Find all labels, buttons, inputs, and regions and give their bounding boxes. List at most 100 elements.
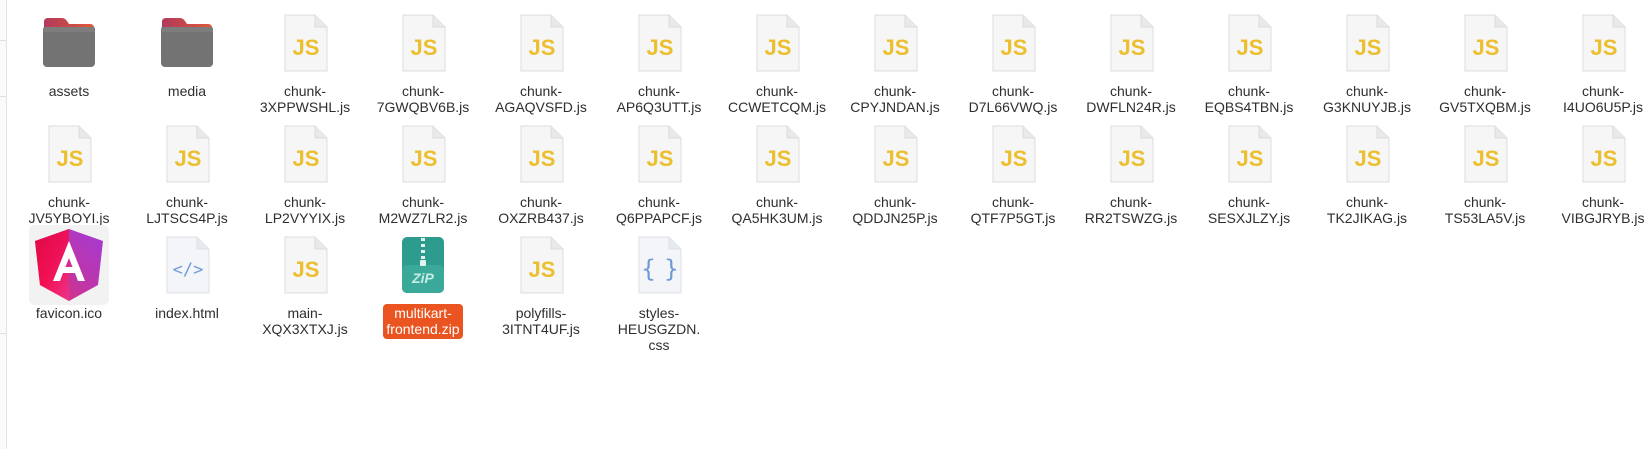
file-item[interactable]: JS chunk- M2WZ7LR2.js [364, 119, 482, 228]
angular-logo-icon [10, 225, 128, 305]
folder-icon [10, 8, 128, 78]
file-item[interactable]: JS chunk- TS53LA5V.js [1426, 119, 1544, 228]
file-name-label: chunk- QA5HK3UM.js [731, 194, 823, 226]
file-name-label: chunk- M2WZ7LR2.js [378, 194, 468, 226]
svg-text:JS: JS [883, 35, 910, 60]
svg-text:JS: JS [765, 146, 792, 171]
javascript-file-icon: JS [600, 8, 718, 78]
file-item[interactable]: JS chunk- SESXJLZY.js [1190, 119, 1308, 228]
file-item[interactable]: JS chunk- D7L66VWQ.js [954, 8, 1072, 117]
file-name-label: chunk- TS53LA5V.js [1444, 194, 1526, 226]
svg-text:JS: JS [1591, 35, 1618, 60]
file-item[interactable]: JS chunk- 3XPPWSHL.js [246, 8, 364, 117]
file-item[interactable]: JS chunk- CPYJNDAN.js [836, 8, 954, 117]
file-name-label: chunk- GV5TXQBM.js [1439, 83, 1531, 115]
javascript-file-icon: JS [1308, 119, 1426, 189]
file-name-label: chunk- 7GWQBV6B.js [376, 83, 470, 115]
svg-text:JS: JS [1119, 35, 1146, 60]
file-item[interactable]: JS chunk- RR2TSWZG.js [1072, 119, 1190, 228]
file-name-label: index.html [155, 305, 219, 321]
file-item[interactable]: JS chunk- G3KNUYJB.js [1308, 8, 1426, 117]
zip-archive-icon: ZiP [364, 230, 482, 300]
svg-text:JS: JS [1001, 146, 1028, 171]
svg-text:JS: JS [293, 257, 320, 282]
svg-text:JS: JS [1355, 35, 1382, 60]
svg-text:ZiP: ZiP [411, 270, 434, 286]
javascript-file-icon: JS [246, 230, 364, 300]
svg-text:JS: JS [529, 35, 556, 60]
javascript-file-icon: JS [364, 8, 482, 78]
javascript-file-icon: JS [1190, 119, 1308, 189]
javascript-file-icon: JS [1072, 119, 1190, 189]
file-name-label: chunk- TK2JIKAG.js [1326, 194, 1408, 226]
javascript-file-icon: JS [1190, 8, 1308, 78]
file-item[interactable]: </> index.html [128, 230, 246, 355]
svg-text:JS: JS [411, 35, 438, 60]
file-item[interactable]: JS chunk- I4UO6U5P.js [1544, 8, 1650, 117]
javascript-file-icon: JS [1426, 119, 1544, 189]
svg-text:JS: JS [883, 146, 910, 171]
file-name-label: styles- HEUSGZDN. css [617, 305, 701, 353]
file-item[interactable]: JS main- XQX3XTXJ.js [246, 230, 364, 355]
file-item[interactable]: JS polyfills- 3ITNT4UF.js [482, 230, 600, 355]
file-name-label: polyfills- 3ITNT4UF.js [502, 305, 580, 337]
svg-text:JS: JS [1591, 146, 1618, 171]
sidebar-divider [0, 40, 6, 41]
file-item[interactable]: JS chunk- DWFLN24R.js [1072, 8, 1190, 117]
file-item[interactable]: JS chunk- JV5YBOYI.js [10, 119, 128, 228]
sidebar-divider [0, 333, 6, 334]
file-item[interactable]: JS chunk- Q6PPAPCF.js [600, 119, 718, 228]
svg-text:JS: JS [411, 146, 438, 171]
file-item[interactable]: assets [10, 8, 128, 117]
file-item[interactable]: JS chunk- 7GWQBV6B.js [364, 8, 482, 117]
svg-text:JS: JS [1473, 146, 1500, 171]
javascript-file-icon: JS [718, 8, 836, 78]
svg-text:JS: JS [529, 257, 556, 282]
file-item[interactable]: media [128, 8, 246, 117]
file-name-label: chunk- I4UO6U5P.js [1563, 83, 1643, 115]
sidebar-edge[interactable] [0, 0, 7, 449]
file-name-label: chunk- DWFLN24R.js [1086, 83, 1176, 115]
file-name-label: media [167, 83, 207, 99]
svg-text:JS: JS [1119, 146, 1146, 171]
file-item[interactable]: JS chunk- VIBGJRYB.js [1544, 119, 1650, 228]
file-item[interactable]: JS chunk- QTF7P5GT.js [954, 119, 1072, 228]
svg-text:JS: JS [1237, 35, 1264, 60]
javascript-file-icon: JS [600, 119, 718, 189]
javascript-file-icon: JS [836, 119, 954, 189]
file-item[interactable]: JS chunk- GV5TXQBM.js [1426, 8, 1544, 117]
file-item[interactable]: favicon.ico [10, 225, 128, 355]
file-item[interactable]: JS chunk- CCWETCQM.js [718, 8, 836, 117]
svg-text:JS: JS [57, 146, 84, 171]
javascript-file-icon: JS [246, 119, 364, 189]
file-item[interactable]: JS chunk- TK2JIKAG.js [1308, 119, 1426, 228]
svg-text:JS: JS [293, 146, 320, 171]
file-name-label: chunk- VIBGJRYB.js [1561, 194, 1645, 226]
file-name-label: chunk- AP6Q3UTT.js [616, 83, 702, 115]
sidebar-divider [0, 96, 6, 97]
file-name-label: chunk- QTF7P5GT.js [970, 194, 1056, 226]
html-file-icon: </> [128, 230, 246, 300]
css-file-icon: { } [600, 230, 718, 300]
javascript-file-icon: JS [954, 119, 1072, 189]
file-item[interactable]: JS chunk- LJTSCS4P.js [128, 119, 246, 228]
javascript-file-icon: JS [364, 119, 482, 189]
javascript-file-icon: JS [1308, 8, 1426, 78]
javascript-file-icon: JS [10, 119, 128, 189]
svg-text:JS: JS [293, 35, 320, 60]
file-item[interactable]: JS chunk- AP6Q3UTT.js [600, 8, 718, 117]
file-grid: assets media JS chunk- 3XPPWSHL.js JS ch… [10, 8, 1650, 355]
file-item[interactable]: { } styles- HEUSGZDN. css [600, 230, 718, 355]
file-item[interactable]: JS chunk- EQBS4TBN.js [1190, 8, 1308, 117]
file-manager-window: assets media JS chunk- 3XPPWSHL.js JS ch… [0, 0, 1650, 449]
file-name-label: chunk- LP2VYYIX.js [264, 194, 346, 226]
file-item[interactable]: JS chunk- QA5HK3UM.js [718, 119, 836, 228]
file-item[interactable]: JS chunk- OXZRB437.js [482, 119, 600, 228]
svg-text:JS: JS [647, 35, 674, 60]
file-item[interactable]: JS chunk- AGAQVSFD.js [482, 8, 600, 117]
file-item[interactable]: JS chunk- QDDJN25P.js [836, 119, 954, 228]
file-name-label: chunk- QDDJN25P.js [852, 194, 938, 226]
file-item[interactable]: JS chunk- LP2VYYIX.js [246, 119, 364, 228]
svg-text:JS: JS [1001, 35, 1028, 60]
file-item[interactable]: ZiP multikart- frontend.zip [364, 230, 482, 355]
